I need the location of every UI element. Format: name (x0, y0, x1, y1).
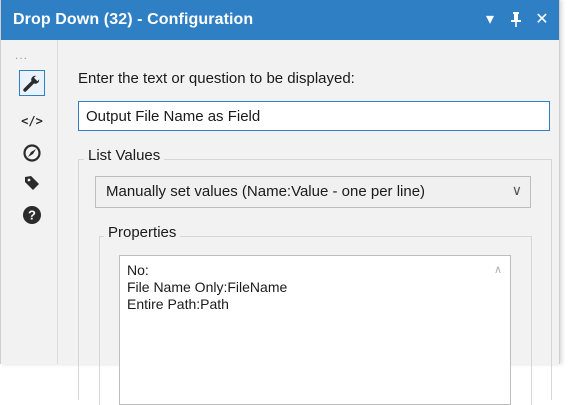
list-values-select[interactable]: Manually set values (Name:Value - one pe… (95, 176, 531, 208)
properties-textarea[interactable]: No: File Name Only:FileName Entire Path:… (119, 255, 511, 405)
properties-line: File Name Only:FileName (127, 279, 288, 295)
sidebar-grip: ... (15, 48, 29, 62)
svg-text:?: ? (28, 208, 36, 223)
sidebar-item-annotation[interactable] (19, 170, 45, 196)
list-values-selected: Manually set values (Name:Value - one pe… (106, 183, 426, 200)
dropdown-menu-icon[interactable]: ▾ (481, 8, 499, 30)
compass-icon (23, 144, 41, 162)
properties-line: No: (127, 262, 149, 278)
window-title: Drop Down (32) - Configuration (13, 11, 254, 28)
pin-icon[interactable] (507, 8, 525, 30)
scroll-up-icon[interactable]: ∧ (494, 262, 502, 279)
prompt-label: Enter the text or question to be display… (78, 70, 355, 87)
title-controls: ▾ ✕ (481, 8, 551, 30)
properties-line: Entire Path:Path (127, 296, 229, 312)
list-values-label: List Values (84, 147, 165, 164)
wrench-icon (23, 75, 40, 92)
sidebar-item-interface[interactable]: </> (19, 108, 45, 134)
properties-label: Properties (104, 224, 181, 241)
titlebar: Drop Down (32) - Configuration ▾ ✕ (1, 0, 559, 40)
sidebar: ... </> ? (1, 40, 56, 364)
code-icon: </> (21, 114, 43, 128)
sidebar-item-help[interactable]: ? (19, 202, 45, 228)
sidebar-item-configuration[interactable] (19, 70, 45, 96)
configuration-panel: Enter the text or question to be display… (57, 40, 558, 405)
configuration-window: Drop Down (32) - Configuration ▾ ✕ ... <… (0, 0, 560, 405)
help-icon: ? (23, 206, 41, 224)
tag-icon (25, 176, 39, 190)
close-icon[interactable]: ✕ (533, 8, 551, 30)
prompt-text-input[interactable] (78, 101, 550, 131)
sidebar-item-navigate[interactable] (19, 140, 45, 166)
chevron-down-icon: ∨ (511, 182, 522, 198)
